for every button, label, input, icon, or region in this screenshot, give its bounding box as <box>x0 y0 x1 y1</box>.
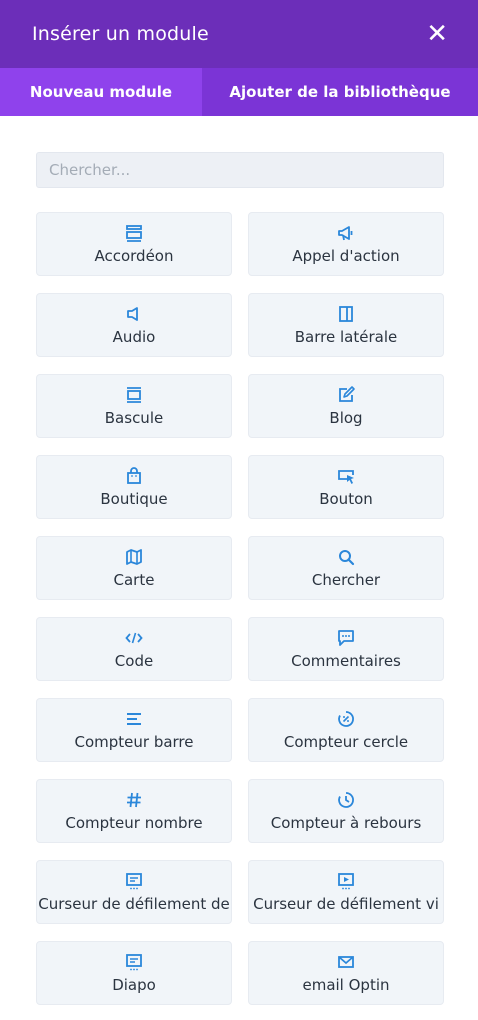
search-icon <box>336 547 356 567</box>
module-label: Chercher <box>311 571 381 589</box>
tab-add-from-library[interactable]: Ajouter de la bibliothèque <box>202 68 478 116</box>
module-card[interactable]: Compteur cercle <box>248 698 444 762</box>
module-card[interactable]: Code <box>36 617 232 681</box>
module-label: Barre latérale <box>294 328 398 346</box>
module-label: Boutique <box>100 490 168 508</box>
slide-icon <box>124 952 144 972</box>
module-card[interactable]: Chercher <box>248 536 444 600</box>
module-card[interactable]: email Optin <box>248 941 444 1005</box>
module-label: Accordéon <box>94 247 174 265</box>
speaker-icon <box>124 304 144 324</box>
modal-header: Insérer un module ✕ <box>0 0 478 68</box>
module-card[interactable]: Carte <box>36 536 232 600</box>
comments-icon <box>336 628 356 648</box>
sidebar-icon <box>336 304 356 324</box>
hash-icon <box>124 790 144 810</box>
module-grid: Accordéon Appel d'action Audio Barre latéra… <box>36 212 444 1005</box>
module-card[interactable]: Boutique <box>36 455 232 519</box>
module-card[interactable]: Bouton <box>248 455 444 519</box>
tab-bar: Nouveau module Ajouter de la bibliothèqu… <box>0 68 478 116</box>
slider-icon <box>124 871 144 891</box>
module-label: Compteur nombre <box>65 814 203 832</box>
button-cursor-icon <box>336 466 356 486</box>
bar-counter-icon <box>124 709 144 729</box>
module-label: Curseur de défilement vi <box>253 895 439 913</box>
circle-counter-icon <box>336 709 356 729</box>
module-card[interactable]: Compteur barre <box>36 698 232 762</box>
module-label: Blog <box>329 409 363 427</box>
module-label: Curseur de défilement de <box>38 895 230 913</box>
module-label: Bouton <box>319 490 373 508</box>
modal-title: Insérer un module <box>32 23 209 45</box>
module-label: Bascule <box>104 409 164 427</box>
module-card[interactable]: Accordéon <box>36 212 232 276</box>
module-label: Audio <box>112 328 156 346</box>
module-card[interactable]: Bascule <box>36 374 232 438</box>
map-icon <box>124 547 144 567</box>
module-card[interactable]: Diapo <box>36 941 232 1005</box>
module-label: Carte <box>113 571 155 589</box>
blog-icon <box>336 385 356 405</box>
module-card[interactable]: Barre latérale <box>248 293 444 357</box>
search-input[interactable] <box>36 152 444 188</box>
module-card[interactable]: Compteur nombre <box>36 779 232 843</box>
megaphone-icon <box>336 223 356 243</box>
clock-icon <box>336 790 356 810</box>
module-card[interactable]: Commentaires <box>248 617 444 681</box>
envelope-icon <box>336 952 356 972</box>
toggle-icon <box>124 385 144 405</box>
module-card[interactable]: Appel d'action <box>248 212 444 276</box>
module-label: email Optin <box>302 976 390 994</box>
module-card[interactable]: Compteur à rebours <box>248 779 444 843</box>
module-label: Compteur barre <box>74 733 194 751</box>
module-card[interactable]: Blog <box>248 374 444 438</box>
module-panel: Accordéon Appel d'action Audio Barre latéra… <box>0 116 478 1005</box>
tab-new-module[interactable]: Nouveau module <box>0 68 202 116</box>
close-icon[interactable]: ✕ <box>426 21 448 47</box>
shopping-bag-icon <box>124 466 144 486</box>
module-label: Diapo <box>112 976 156 994</box>
video-slider-icon <box>336 871 356 891</box>
module-label: Code <box>114 652 154 670</box>
module-label: Appel d'action <box>292 247 400 265</box>
module-card[interactable]: Curseur de défilement de <box>36 860 232 924</box>
module-label: Compteur cercle <box>283 733 409 751</box>
accordion-icon <box>124 223 144 243</box>
module-label: Commentaires <box>291 652 401 670</box>
module-card[interactable]: Curseur de défilement vi <box>248 860 444 924</box>
code-icon <box>124 628 144 648</box>
module-card[interactable]: Audio <box>36 293 232 357</box>
module-label: Compteur à rebours <box>270 814 422 832</box>
